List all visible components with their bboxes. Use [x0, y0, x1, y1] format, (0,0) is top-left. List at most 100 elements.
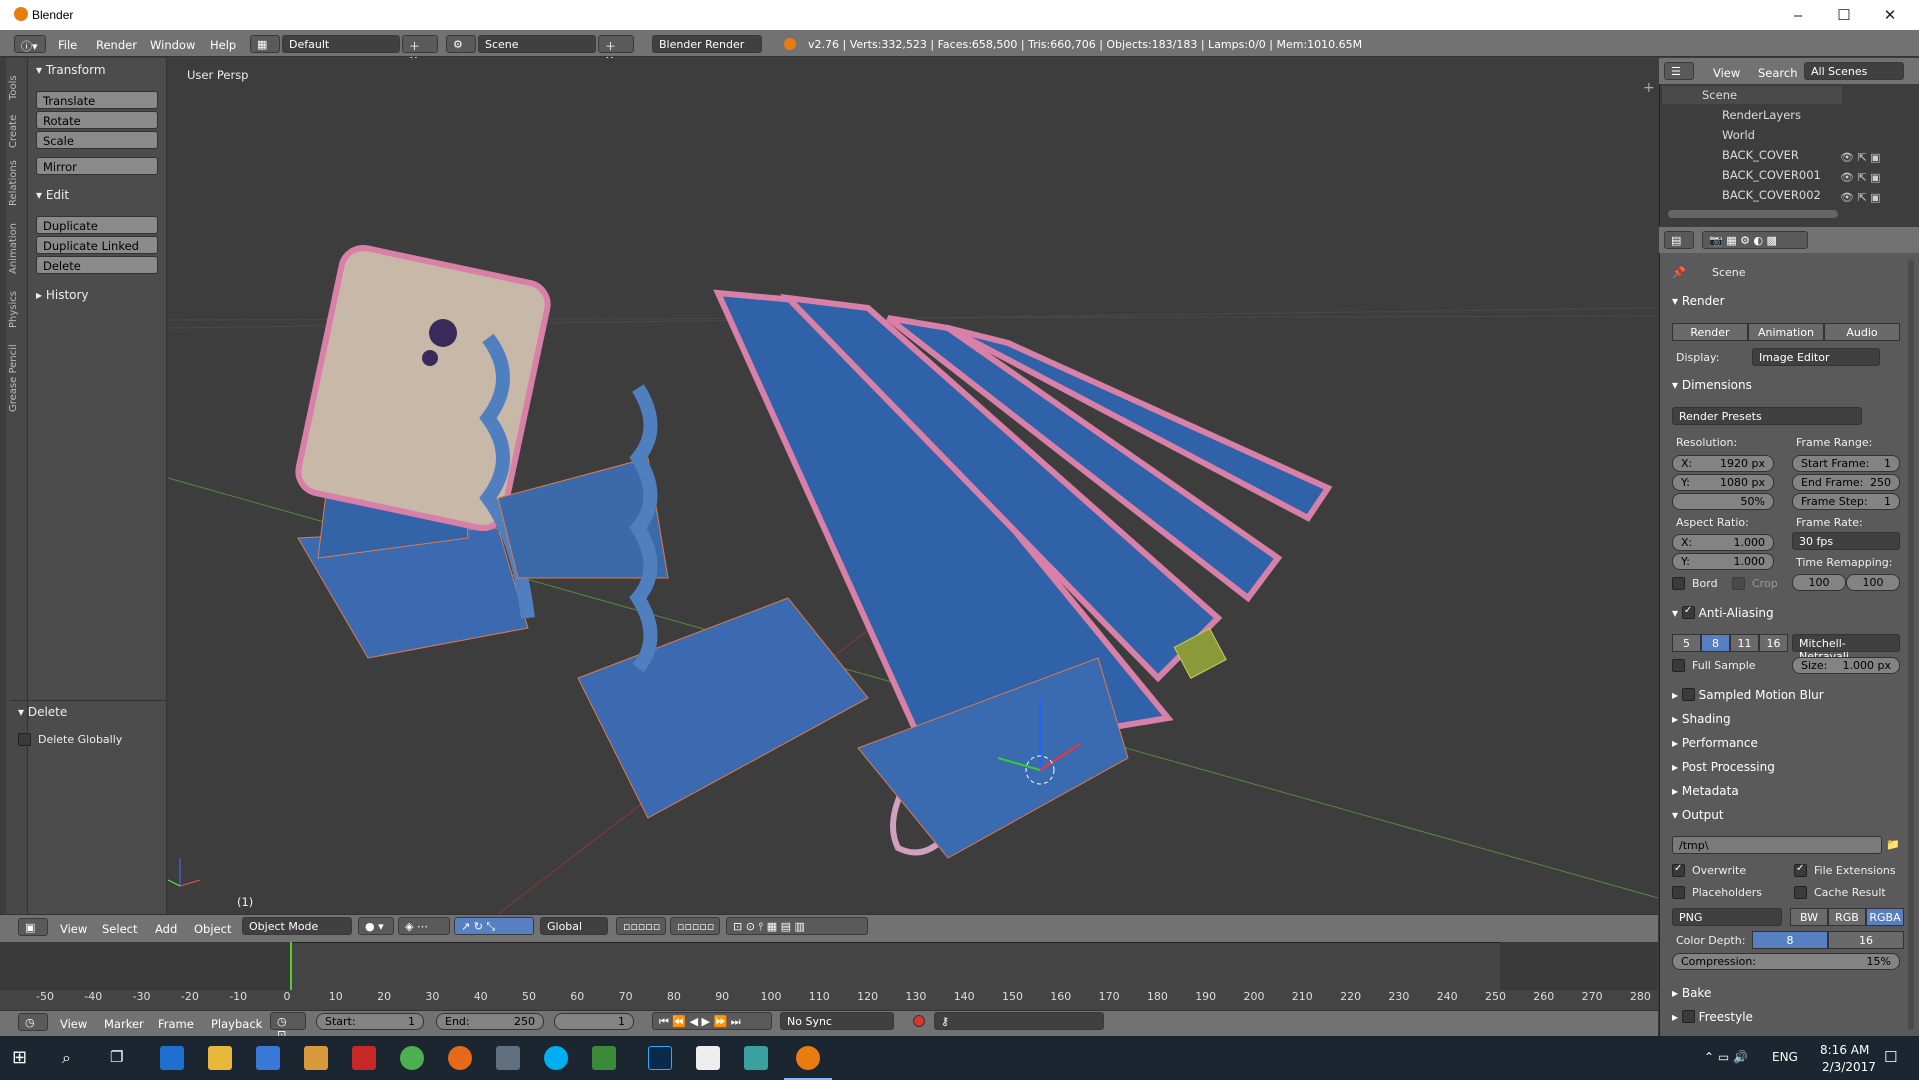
- outliner-row-world[interactable]: World: [1722, 128, 1755, 142]
- aa-filter-select[interactable]: Mitchell-Netravali: [1792, 634, 1900, 663]
- display-select[interactable]: Image Editor: [1752, 348, 1880, 366]
- screen-add-remove[interactable]: ＋ ✕: [402, 35, 438, 67]
- aspect-x-field[interactable]: X: 1.000: [1672, 534, 1774, 551]
- res-y-field[interactable]: Y: 1080 px: [1672, 474, 1774, 491]
- outliner-menu-view[interactable]: View: [1713, 66, 1740, 80]
- pin-icon[interactable]: 📌: [1672, 266, 1686, 279]
- rgb-button[interactable]: RGB: [1828, 908, 1866, 926]
- vp-menu-select[interactable]: Select: [102, 922, 137, 936]
- bw-button[interactable]: BW: [1790, 908, 1828, 926]
- metadata-panel-title[interactable]: ▸ Metadata: [1672, 784, 1739, 798]
- skype-icon[interactable]: [544, 1046, 568, 1070]
- operator-panel-title[interactable]: ▾ Delete: [18, 705, 67, 719]
- file-extensions-checkbox[interactable]: [1794, 863, 1807, 877]
- keying-set-field[interactable]: ⚷: [934, 1012, 1104, 1030]
- aa-samples-11[interactable]: 11: [1730, 634, 1759, 652]
- render-engine-select[interactable]: Blender Render: [652, 35, 762, 53]
- tab-physics[interactable]: Physics: [8, 282, 24, 328]
- transform-manipulator-icons[interactable]: ↗ ↻ ⤡: [454, 917, 534, 935]
- full-sample-checkbox[interactable]: [1672, 659, 1685, 672]
- notifications-icon[interactable]: ☐: [1884, 1048, 1897, 1066]
- smb-panel-title[interactable]: ▸ Sampled Motion Blur: [1672, 688, 1824, 702]
- screen-layout-field[interactable]: Default: [282, 35, 400, 53]
- clock-date[interactable]: 2/3/2017: [1822, 1060, 1876, 1074]
- outliner-row-back-cover002[interactable]: BACK_COVER002: [1722, 188, 1821, 202]
- clock-time[interactable]: 8:16 AM: [1820, 1043, 1869, 1057]
- menu-help[interactable]: Help: [210, 38, 236, 52]
- app-teal-icon[interactable]: [744, 1046, 768, 1070]
- render-panel-title[interactable]: ▾ Render: [1672, 294, 1725, 308]
- firefox-icon[interactable]: [448, 1046, 472, 1070]
- outliner-filter-select[interactable]: All Scenes: [1804, 62, 1904, 80]
- snap-render-icons[interactable]: ⊡ ⊙ ⫯ ▦ ▤ ▥: [726, 917, 868, 935]
- editor-type-outliner-icon[interactable]: ☰: [1664, 62, 1694, 80]
- aa-samples-8[interactable]: 8: [1701, 634, 1730, 652]
- layers-grid-b[interactable]: ▫▫▫▫▫: [670, 917, 720, 935]
- translate-button[interactable]: Translate: [36, 91, 158, 109]
- current-frame-field[interactable]: 1: [554, 1013, 634, 1030]
- editor-type-timeline-icon[interactable]: ◷: [18, 1013, 48, 1031]
- scene-field[interactable]: Scene: [478, 35, 596, 53]
- folder-icon[interactable]: 📁: [1886, 838, 1900, 851]
- tray-icons[interactable]: ⌃ ▭ 🔊: [1704, 1050, 1748, 1064]
- duplicate-button[interactable]: Duplicate: [36, 216, 158, 234]
- bord-checkbox[interactable]: [1672, 577, 1685, 590]
- render-button[interactable]: Render: [1672, 323, 1748, 341]
- shading-panel-title[interactable]: ▸ Shading: [1672, 712, 1731, 726]
- blender-taskbar-icon[interactable]: [796, 1046, 820, 1070]
- transform-panel-title[interactable]: ▾ Transform: [36, 63, 106, 77]
- task-view-icon[interactable]: ❐: [110, 1048, 123, 1066]
- res-percent-field[interactable]: 50%: [1672, 493, 1774, 510]
- performance-panel-title[interactable]: ▸ Performance: [1672, 736, 1758, 750]
- overwrite-checkbox[interactable]: [1672, 863, 1685, 877]
- current-frame-marker[interactable]: [290, 942, 292, 990]
- tab-grease-pencil[interactable]: Grease Pencil: [8, 336, 24, 412]
- remap-old-field[interactable]: 100: [1792, 574, 1846, 591]
- language-indicator[interactable]: ENG: [1772, 1050, 1798, 1064]
- sync-mode-select[interactable]: No Sync: [780, 1012, 894, 1030]
- outliner-hscrollbar[interactable]: [1668, 210, 1838, 218]
- delete-button[interactable]: Delete: [36, 256, 158, 274]
- res-x-field[interactable]: X: 1920 px: [1672, 455, 1774, 472]
- tab-create[interactable]: Create: [8, 106, 24, 148]
- color-depth-16[interactable]: 16: [1828, 931, 1904, 949]
- maximize-icon[interactable]: ☐: [1821, 0, 1867, 30]
- mode-select[interactable]: Object Mode: [242, 917, 352, 935]
- vp-menu-view[interactable]: View: [60, 922, 87, 936]
- render-presets-select[interactable]: Render Presets: [1672, 407, 1862, 425]
- editor-type-info-icon[interactable]: ⓘ▾: [14, 35, 46, 53]
- aa-size-field[interactable]: Size: 1.000 px: [1792, 657, 1900, 674]
- calculator-icon[interactable]: [496, 1046, 520, 1070]
- tl-menu-view[interactable]: View: [60, 1017, 87, 1031]
- outliner-row-back-cover001[interactable]: BACK_COVER001: [1722, 168, 1821, 182]
- cache-result-checkbox[interactable]: [1794, 886, 1807, 899]
- record-icon[interactable]: [913, 1015, 925, 1027]
- menu-window[interactable]: Window: [150, 38, 195, 52]
- aa-enable-checkbox[interactable]: [1681, 605, 1695, 619]
- screen-layout-icon[interactable]: ▦: [250, 35, 280, 53]
- delete-globally-checkbox[interactable]: [18, 733, 31, 746]
- file-explorer-icon[interactable]: [208, 1046, 232, 1070]
- vp-menu-object[interactable]: Object: [194, 922, 231, 936]
- outliner-row-renderlayers[interactable]: RenderLayers: [1722, 108, 1801, 122]
- app-orange-icon[interactable]: [592, 1046, 616, 1070]
- tab-relations[interactable]: Relations: [8, 154, 24, 206]
- compression-slider[interactable]: Compression: 15%: [1672, 953, 1900, 970]
- duplicate-linked-button[interactable]: Duplicate Linked: [36, 236, 158, 254]
- frame-rate-select[interactable]: 30 fps: [1792, 532, 1900, 550]
- playback-controls[interactable]: ⏮ ⏪ ◀ ▶ ⏩ ⏭: [652, 1012, 772, 1030]
- menu-file[interactable]: File: [58, 38, 77, 52]
- remap-new-field[interactable]: 100: [1846, 574, 1900, 591]
- minimize-icon[interactable]: –: [1775, 0, 1821, 30]
- tl-menu-frame[interactable]: Frame: [158, 1017, 194, 1031]
- layers-grid-a[interactable]: ▫▫▫▫▫: [616, 917, 666, 935]
- editor-type-3d-icon[interactable]: ▣: [18, 918, 48, 936]
- timeline-lock-icons[interactable]: ◷ ⊡: [270, 1012, 306, 1041]
- start-frame-prop[interactable]: Start Frame: 1: [1792, 455, 1900, 472]
- scene-icon[interactable]: ⚙: [446, 35, 476, 53]
- photos-icon[interactable]: [696, 1046, 720, 1070]
- bake-panel-title[interactable]: ▸ Bake: [1672, 986, 1711, 1000]
- animation-button[interactable]: Animation: [1748, 323, 1824, 341]
- rgba-button[interactable]: RGBA: [1866, 908, 1904, 926]
- dimensions-panel-title[interactable]: ▾ Dimensions: [1672, 378, 1752, 392]
